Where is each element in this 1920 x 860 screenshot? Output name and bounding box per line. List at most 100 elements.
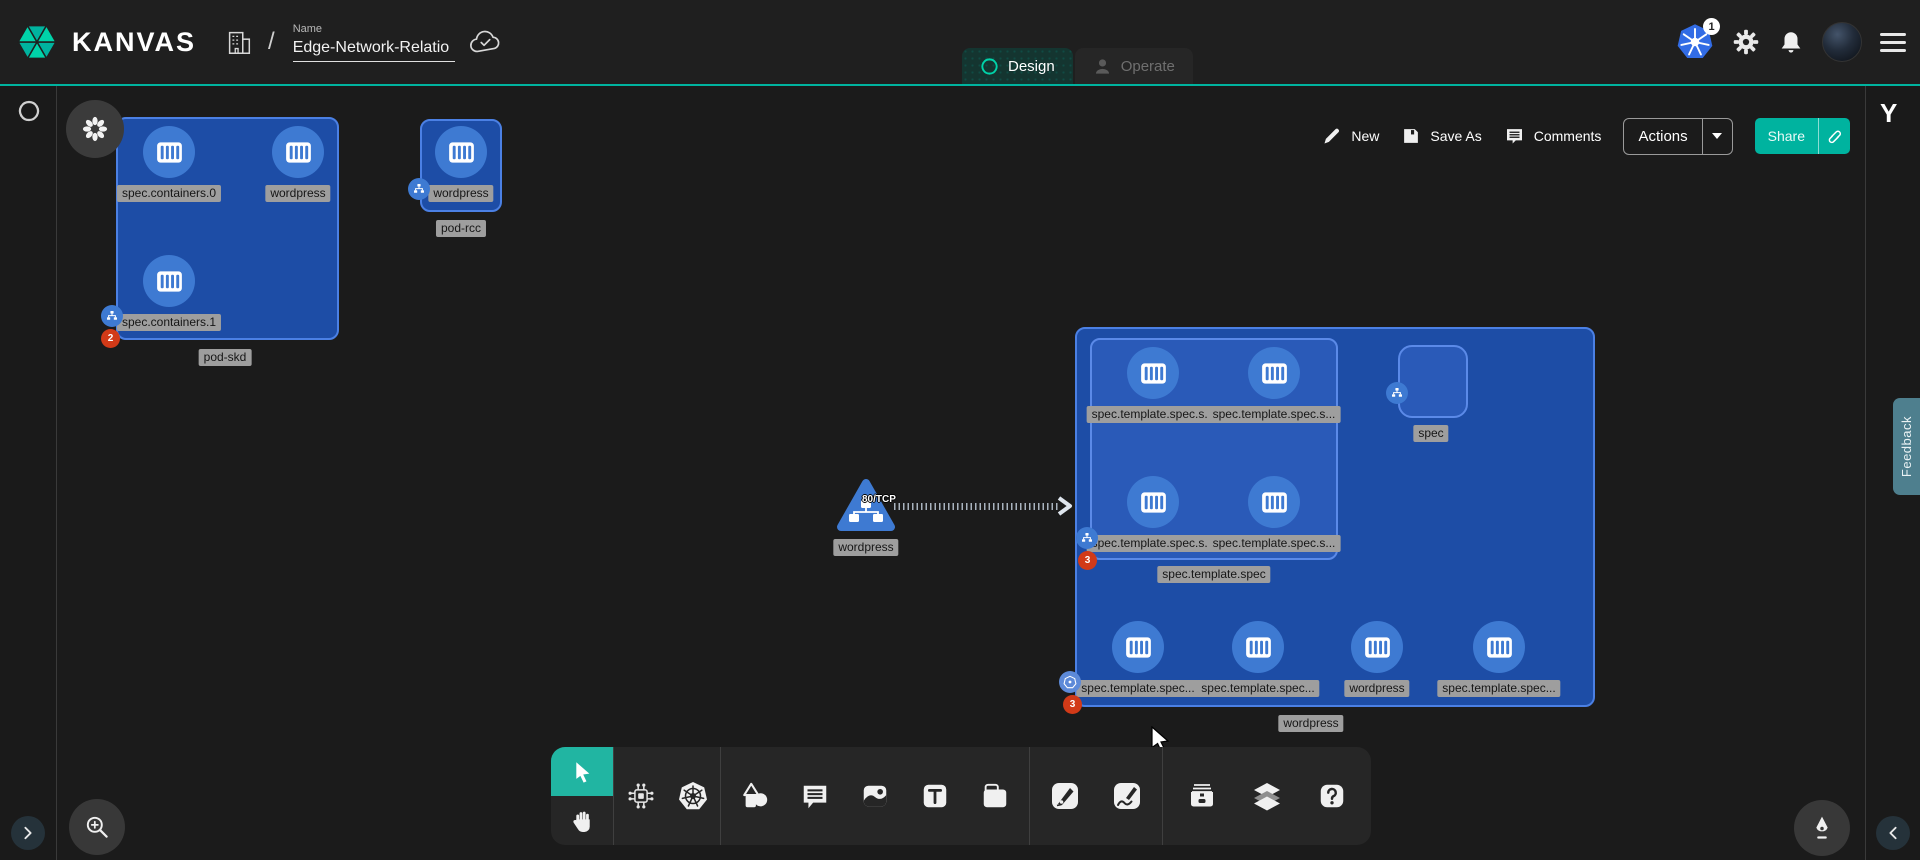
tab-design[interactable]: Design — [962, 48, 1073, 84]
pod-badge-icon[interactable] — [1386, 382, 1408, 404]
comments-button[interactable]: Comments — [1504, 126, 1602, 146]
layers-icon — [1251, 780, 1283, 812]
node-template-container[interactable] — [1127, 476, 1179, 528]
freehand-draw-tool-button[interactable] — [1101, 770, 1153, 822]
kanvas-logo-icon[interactable] — [16, 21, 58, 63]
node-wordpress-container[interactable] — [272, 126, 324, 178]
node-label: spec.containers.1 — [117, 314, 221, 331]
edge-service-to-deployment[interactable] — [894, 503, 1060, 510]
operate-person-icon — [1093, 57, 1112, 76]
text-icon — [920, 781, 950, 811]
kanvas-app: KANVAS / Name — [0, 0, 1920, 860]
issue-count-badge[interactable]: 3 — [1078, 551, 1097, 570]
sticky-note-tool-button[interactable] — [969, 770, 1021, 822]
share-button[interactable]: Share — [1755, 118, 1850, 154]
node-template-container[interactable] — [1232, 621, 1284, 673]
shapes-icon — [740, 781, 770, 811]
sticky-note-icon — [980, 781, 1010, 811]
archive-drawer-button[interactable] — [1176, 770, 1228, 822]
group-flower-button[interactable] — [66, 100, 124, 158]
share-label: Share — [1755, 118, 1818, 154]
node-wordpress-container[interactable] — [1351, 621, 1403, 673]
actions-dropdown[interactable]: Actions — [1623, 118, 1732, 155]
menu-hamburger-icon[interactable] — [1880, 33, 1906, 52]
expand-left-panel-button[interactable] — [11, 816, 45, 850]
node-spec-containers-1[interactable] — [143, 255, 195, 307]
pod-badge-icon[interactable] — [1076, 527, 1098, 549]
node-template-container[interactable] — [1248, 476, 1300, 528]
node-spec-containers-0[interactable] — [143, 126, 195, 178]
kubernetes-tool-button[interactable] — [667, 770, 719, 822]
node-label: spec.template.spec.s... — [1208, 535, 1341, 552]
group-label-pod-skd: pod-skd — [199, 349, 252, 366]
ink-pen-button[interactable] — [1794, 800, 1850, 856]
pen-tool-button[interactable] — [1039, 770, 1091, 822]
chevron-right-icon — [21, 826, 35, 840]
shapes-tool-button[interactable] — [729, 770, 781, 822]
node-template-container[interactable] — [1248, 347, 1300, 399]
pod-badge-icon[interactable] — [408, 178, 430, 200]
annotation-tools — [721, 747, 1029, 845]
node-wordpress-container[interactable] — [435, 126, 487, 178]
comments-icon — [1504, 126, 1525, 146]
tab-operate-label: Operate — [1121, 58, 1175, 75]
new-button[interactable]: New — [1322, 126, 1379, 146]
k8s-context-switcher[interactable]: 1 — [1676, 23, 1714, 61]
edge-port-label: 80/TCP — [862, 494, 896, 505]
notifications-bell-icon[interactable] — [1778, 28, 1804, 56]
design-name-label: Name — [293, 23, 455, 35]
question-mark-icon — [1317, 781, 1347, 811]
issue-count-badge[interactable]: 3 — [1063, 695, 1082, 714]
header-right: 1 — [1676, 0, 1906, 84]
design-name-input[interactable] — [293, 37, 455, 62]
node-template-container[interactable] — [1473, 621, 1525, 673]
node-label: wordpress — [428, 185, 493, 202]
breadcrumb-slash: / — [268, 28, 275, 56]
node-spec[interactable] — [1398, 345, 1468, 418]
node-label: wordpress — [265, 185, 330, 202]
select-tool-button[interactable] — [551, 747, 613, 796]
pan-tool-button[interactable] — [551, 796, 613, 845]
selection-tools — [551, 747, 613, 845]
header-accent-line — [0, 84, 1920, 86]
group-label-spec-template-spec: spec.template.spec — [1157, 566, 1270, 583]
chevron-left-icon — [1886, 826, 1900, 840]
actions-caret-button[interactable] — [1702, 119, 1732, 154]
magnifier-plus-icon — [83, 813, 111, 841]
service-node-wordpress[interactable] — [836, 477, 896, 535]
link-icon — [1826, 128, 1843, 145]
meshery-spinner-icon[interactable] — [17, 99, 41, 123]
user-avatar[interactable] — [1822, 22, 1862, 62]
comment-tool-button[interactable] — [789, 770, 841, 822]
node-template-container[interactable] — [1127, 347, 1179, 399]
hand-pan-icon — [569, 808, 595, 834]
organization-icon[interactable] — [224, 26, 254, 58]
actions-label: Actions — [1624, 119, 1701, 154]
y-panel-icon[interactable]: Y — [1880, 98, 1897, 129]
zoom-in-button[interactable] — [69, 799, 125, 855]
node-label: spec.template.spec... — [1196, 680, 1319, 697]
issue-count-badge[interactable]: 2 — [101, 329, 120, 348]
feedback-tab[interactable]: Feedback — [1893, 398, 1920, 495]
node-template-container[interactable] — [1112, 621, 1164, 673]
components-tool-button[interactable] — [615, 770, 667, 822]
canvas-action-bar: New Save As Comments Actions Share — [1322, 117, 1850, 155]
save-as-button[interactable]: Save As — [1401, 126, 1481, 146]
text-tool-button[interactable] — [909, 770, 961, 822]
comment-bubble-icon — [800, 781, 830, 811]
k8s-badge-icon[interactable] — [1059, 671, 1081, 693]
bottom-toolbar — [551, 747, 1371, 845]
kubernetes-wheel-icon — [677, 780, 709, 812]
pencil-new-icon — [1322, 126, 1342, 146]
help-button[interactable] — [1306, 770, 1358, 822]
pod-badge-icon[interactable] — [101, 305, 123, 327]
settings-gear-icon[interactable] — [1732, 28, 1760, 56]
edge-arrowhead-icon — [1056, 495, 1074, 517]
node-label: spec.template.spec... — [1076, 680, 1199, 697]
copy-link-button[interactable] — [1818, 118, 1850, 154]
group-label-wordpress: wordpress — [1278, 715, 1343, 732]
expand-right-panel-button[interactable] — [1876, 816, 1910, 850]
tab-operate[interactable]: Operate — [1075, 48, 1193, 84]
image-tool-button[interactable] — [849, 770, 901, 822]
layers-button[interactable] — [1241, 770, 1293, 822]
